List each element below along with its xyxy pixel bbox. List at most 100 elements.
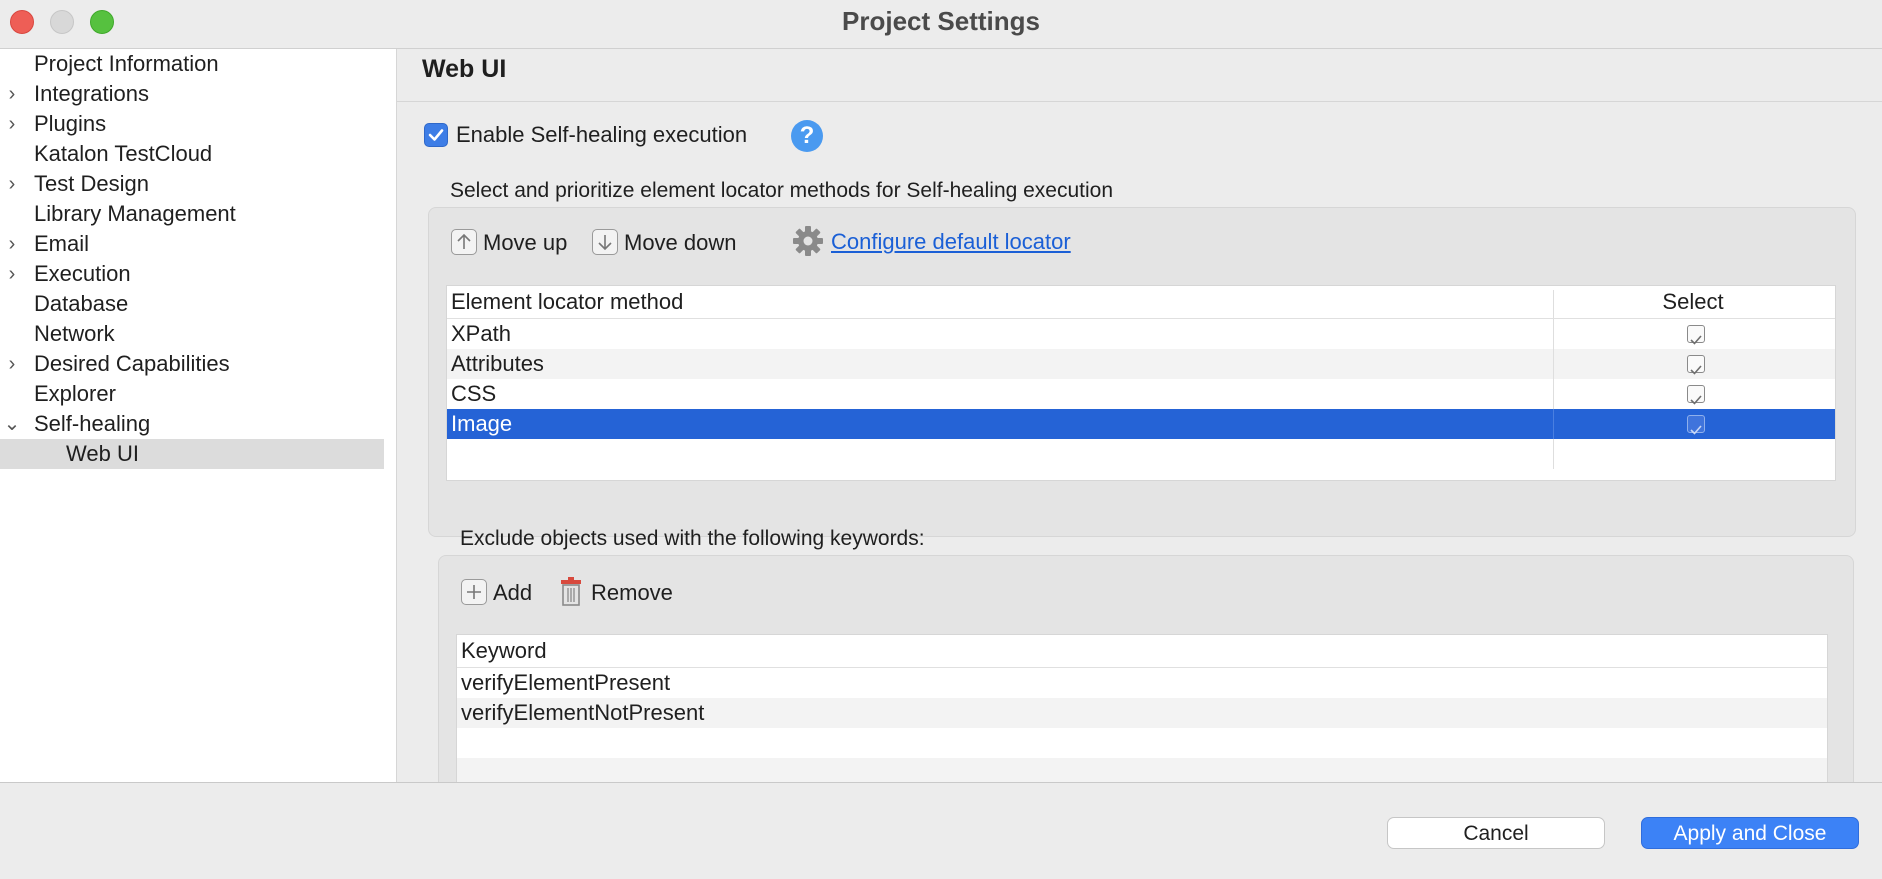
tree-item-label: Test Design [34, 171, 149, 196]
tree-item-label: Project Information [34, 51, 219, 76]
tree-item-library-management[interactable]: Library Management [0, 199, 384, 229]
checkmark-icon [1690, 335, 1702, 345]
tree-item-email[interactable]: › Email [0, 229, 384, 259]
cancel-button[interactable]: Cancel [1387, 817, 1605, 849]
move-down-button[interactable]: Move down [592, 228, 737, 258]
enable-self-healing-label[interactable]: Enable Self-healing execution [456, 122, 747, 148]
apply-and-close-button[interactable]: Apply and Close [1641, 817, 1859, 849]
tree-item-label: Execution [34, 261, 131, 286]
chevron-right-icon[interactable]: › [2, 259, 22, 289]
tree-item-plugins[interactable]: › Plugins [0, 109, 384, 139]
column-header-method[interactable]: Element locator method [451, 286, 683, 318]
tree-item-network[interactable]: Network [0, 319, 384, 349]
checkmark-icon [1690, 425, 1702, 435]
page-header: Web UI [397, 49, 1882, 102]
exclude-keywords-caption: Exclude objects used with the following … [460, 527, 925, 550]
expander-icon[interactable] [2, 379, 22, 409]
enable-self-healing-checkbox[interactable] [424, 123, 448, 147]
table-row-empty [447, 439, 1835, 469]
keyword-cell: verifyElementPresent [461, 670, 671, 695]
tree-item-web-ui[interactable]: Web UI [0, 439, 384, 469]
tree-item-label: Network [34, 321, 115, 346]
select-checkbox[interactable] [1687, 355, 1705, 375]
page-title: Web UI [422, 55, 507, 83]
tree-item-label: Explorer [34, 381, 116, 406]
column-divider [1553, 319, 1554, 349]
title-bar: Project Settings [0, 0, 1882, 49]
table-row[interactable]: XPath [447, 319, 1835, 349]
locator-method-cell: Image [451, 411, 513, 436]
expander-icon[interactable] [2, 139, 22, 169]
arrow-down-icon [592, 229, 618, 256]
tree-item-self-healing[interactable]: ⌄ Self-healing [0, 409, 384, 439]
column-header-select[interactable]: Select [1554, 286, 1832, 318]
locator-method-cell: CSS [451, 381, 497, 406]
table-header-row: Element locator method Select [447, 286, 1835, 319]
remove-label: Remove [591, 580, 673, 605]
help-icon[interactable]: ? [791, 120, 823, 152]
chevron-right-icon[interactable]: › [2, 109, 22, 139]
tree-item-test-design[interactable]: › Test Design [0, 169, 384, 199]
move-up-label: Move up [483, 230, 568, 255]
tree-item-desired-capabilities[interactable]: › Desired Capabilities [0, 349, 384, 379]
table-row[interactable]: verifyElementPresent [457, 668, 1827, 698]
table-row-selected[interactable]: Image [447, 409, 1835, 439]
expander-icon[interactable] [2, 199, 22, 229]
tree-item-label: Desired Capabilities [34, 351, 230, 376]
expander-icon[interactable] [2, 289, 22, 319]
add-label: Add [493, 580, 533, 605]
column-divider [1553, 349, 1554, 379]
move-down-label: Move down [624, 230, 737, 255]
tree-item-execution[interactable]: › Execution [0, 259, 384, 289]
table-header-row: Keyword [457, 635, 1827, 668]
exclude-keywords-group: Add Remove Keyword verifyElementPresent … [438, 555, 1854, 797]
column-divider [1553, 409, 1554, 439]
configure-default-locator-link[interactable]: Configure default locator [831, 229, 1071, 254]
chevron-right-icon[interactable]: › [2, 79, 22, 109]
chevron-right-icon[interactable]: › [2, 169, 22, 199]
remove-keyword-button[interactable]: Remove [559, 577, 673, 609]
chevron-right-icon[interactable]: › [2, 349, 22, 379]
tree-item-label: Library Management [34, 201, 236, 226]
table-row[interactable]: CSS [447, 379, 1835, 409]
locator-method-cell: XPath [451, 321, 511, 346]
dialog-footer: Cancel Apply and Close [0, 782, 1882, 879]
settings-page: Web UI Enable Self-healing execution ? S… [397, 49, 1882, 797]
table-row-empty [457, 728, 1827, 758]
column-header-keyword[interactable]: Keyword [461, 635, 547, 667]
locator-method-cell: Attributes [451, 351, 544, 376]
move-up-button[interactable]: Move up [451, 228, 567, 258]
tree-item-label: Katalon TestCloud [34, 141, 213, 166]
chevron-down-icon[interactable]: ⌄ [2, 409, 22, 439]
column-divider [1553, 379, 1554, 409]
checkmark-icon [1690, 365, 1702, 375]
expander-icon[interactable] [2, 49, 22, 79]
chevron-right-icon[interactable]: › [2, 229, 22, 259]
tree-item-label: Plugins [34, 111, 107, 136]
window-title: Project Settings [842, 6, 1040, 36]
arrow-up-icon [451, 229, 477, 256]
keywords-table: Keyword verifyElementPresent verifyEleme… [456, 634, 1828, 796]
tree-item-integrations[interactable]: › Integrations [0, 79, 384, 109]
select-checkbox[interactable] [1687, 325, 1705, 345]
configure-default-locator[interactable]: Configure default locator [791, 226, 1071, 260]
locator-methods-group: Move up Move down Configure default loca… [428, 207, 1856, 537]
keyword-cell: verifyElementNotPresent [461, 700, 705, 725]
trash-icon [561, 577, 581, 606]
tree-item-project-information[interactable]: Project Information [0, 49, 384, 79]
select-checkbox[interactable] [1687, 385, 1705, 405]
table-row[interactable]: Attributes [447, 349, 1835, 379]
tree-item-explorer[interactable]: Explorer [0, 379, 384, 409]
select-checkbox[interactable] [1687, 415, 1705, 435]
expander-icon[interactable] [2, 319, 22, 349]
tree-item-database[interactable]: Database [0, 289, 384, 319]
plus-icon [461, 579, 487, 606]
tree-item-label: Email [34, 231, 90, 256]
tree-item-label: Self-healing [34, 411, 151, 436]
add-keyword-button[interactable]: Add [461, 578, 532, 608]
locator-methods-table: Element locator method Select XPath Attr… [446, 285, 1836, 481]
checkmark-icon [1690, 395, 1702, 405]
tree-item-katalon-testcloud[interactable]: Katalon TestCloud [0, 139, 384, 169]
locator-methods-caption: Select and prioritize element locator me… [450, 179, 1114, 202]
table-row[interactable]: verifyElementNotPresent [457, 698, 1827, 728]
